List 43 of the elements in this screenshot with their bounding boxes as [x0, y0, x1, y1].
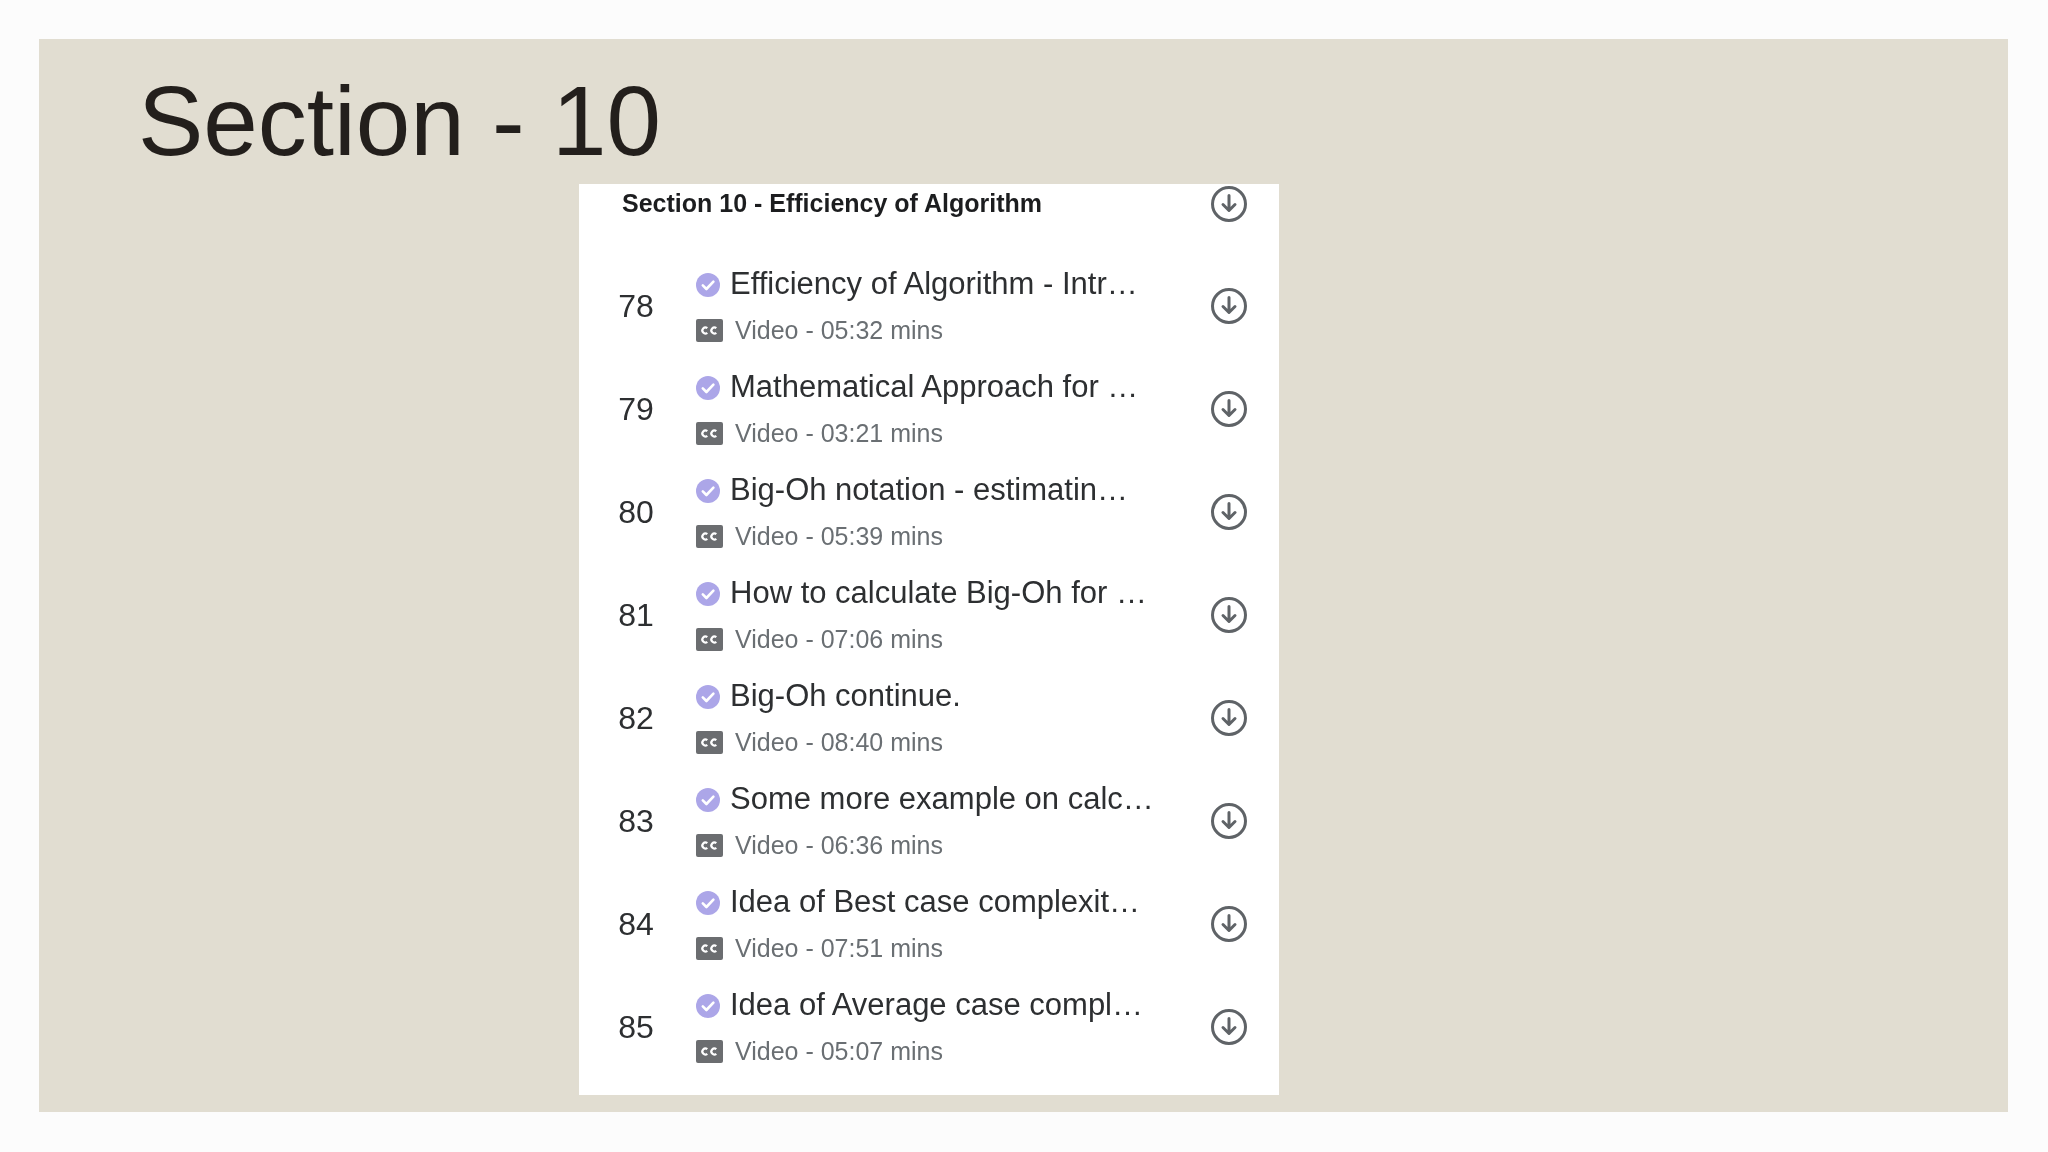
lecture-number: 84	[617, 904, 655, 944]
lecture-duration: Video - 05:32 mins	[735, 314, 943, 346]
download-icon[interactable]	[1211, 390, 1247, 427]
download-icon[interactable]	[1211, 905, 1247, 942]
lecture-title[interactable]: Efficiency of Algorithm - Intr…	[730, 261, 1138, 308]
captions-icon	[696, 731, 723, 754]
lecture-duration: Video - 06:36 mins	[735, 829, 943, 861]
lecture-duration: Video - 07:51 mins	[735, 932, 943, 964]
lecture-title[interactable]: Big-Oh continue.	[730, 673, 961, 720]
captions-icon	[696, 628, 723, 651]
lecture-title[interactable]: Some more example on calc…	[730, 776, 1154, 823]
download-icon[interactable]	[1211, 287, 1247, 324]
lecture-number: 81	[617, 595, 655, 635]
lecture-title[interactable]: Idea of Best case complexit…	[730, 879, 1141, 926]
lecture-duration: Video - 05:39 mins	[735, 520, 943, 552]
download-icon[interactable]	[1211, 186, 1247, 222]
captions-icon	[696, 834, 723, 857]
captions-icon	[696, 525, 723, 548]
download-icon[interactable]	[1211, 802, 1247, 839]
captions-icon	[696, 937, 723, 960]
lecture-duration: Video - 03:21 mins	[735, 417, 943, 449]
lecture-number: 78	[617, 286, 655, 326]
captions-icon	[696, 319, 723, 342]
lecture-number: 80	[617, 492, 655, 532]
download-icon[interactable]	[1211, 493, 1247, 530]
lecture-number: 85	[617, 1007, 655, 1047]
lecture-title[interactable]: Big-Oh notation - estimatin…	[730, 467, 1128, 514]
lecture-number: 82	[617, 698, 655, 738]
lecture-title[interactable]: Mathematical Approach for …	[730, 364, 1139, 411]
lecture-duration: Video - 08:40 mins	[735, 726, 943, 758]
lecture-title[interactable]: Idea of Average case compl…	[730, 982, 1143, 1029]
download-icon[interactable]	[1211, 1008, 1247, 1045]
captions-icon	[696, 422, 723, 445]
captions-icon	[696, 1040, 723, 1063]
lecture-number: 83	[617, 801, 655, 841]
section-title: Section 10 - Efficiency of Algorithm	[622, 188, 1042, 220]
slide-title: Section - 10	[138, 72, 662, 170]
lecture-duration: Video - 07:06 mins	[735, 623, 943, 655]
lecture-number: 79	[617, 389, 655, 429]
lecture-duration: Video - 05:07 mins	[735, 1035, 943, 1067]
download-icon[interactable]	[1211, 699, 1247, 736]
download-icon[interactable]	[1211, 596, 1247, 633]
lecture-title[interactable]: How to calculate Big-Oh for …	[730, 570, 1147, 617]
